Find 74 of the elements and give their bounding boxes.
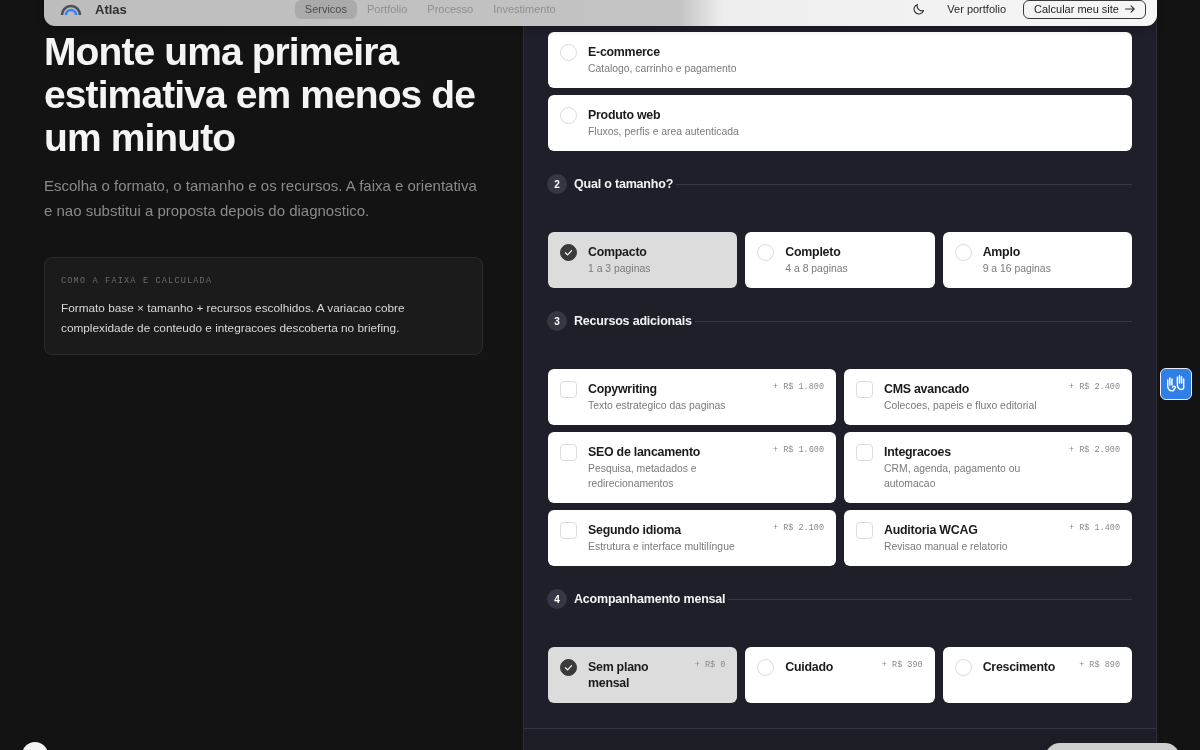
- option-title: Integracoes: [884, 444, 952, 460]
- option-card[interactable]: E-commerce Catalogo, carrinho e pagamento: [548, 32, 1132, 88]
- step-title: Acompanhamento mensal: [574, 592, 726, 606]
- option-title: CMS avancado: [884, 381, 971, 397]
- option-title: Completo: [785, 244, 842, 260]
- option-title: Cuidado: [785, 659, 835, 675]
- option-description: 1 a 3 paginas: [588, 262, 652, 276]
- option-price: + R$ 390: [881, 659, 923, 671]
- info-text: Formato base × tamanho + recursos escolhidos. A variacao cobre complexidade de conteudo e integracoes descoberta no briefing.: [61, 300, 406, 337]
- option-description: Pesquisa, metadados e redirecionamentos: [588, 462, 698, 491]
- option-price: + R$ 2.900: [1069, 444, 1120, 456]
- option-price: + R$ 1.600: [773, 444, 824, 456]
- option-card[interactable]: Produto web Fluxos, perfis e area autenticada: [548, 95, 1132, 151]
- accessibility-button[interactable]: [1160, 368, 1192, 400]
- option-card[interactable]: Integracoes CRM, agenda, pagamento ou automacao + R$ 2.900: [844, 432, 1132, 503]
- step-number: 2: [547, 174, 567, 194]
- option-description: Texto estrategico das paginas: [588, 399, 727, 413]
- option-price: + R$ 2.400: [1069, 381, 1120, 393]
- option-card[interactable]: Compacto 1 a 3 paginas: [548, 232, 738, 288]
- checkbox[interactable]: [560, 444, 577, 461]
- option-description: Revisao manual e relatorio: [884, 540, 1009, 554]
- option-title: Copywriting: [588, 381, 658, 397]
- hero-title: Monte uma primeira estimativa em menos de um minuto: [44, 30, 477, 159]
- arrow-icon: [1125, 5, 1135, 13]
- option-title: Compacto: [588, 244, 648, 260]
- cta-button[interactable]: Calcular meu site: [1023, 0, 1146, 19]
- option-price: + R$ 2.100: [773, 522, 824, 534]
- moon-icon[interactable]: [913, 3, 926, 15]
- option-title: Auditoria WCAG: [884, 522, 979, 538]
- option-card[interactable]: Segundo idioma Estrutura e interface multilíngue + R$ 2.100: [548, 510, 836, 566]
- option-card[interactable]: Sem plano mensal + R$ 0: [548, 647, 738, 703]
- option-card[interactable]: SEO de lancamento Pesquisa, metadados e redirecionamentos + R$ 1.600: [548, 432, 836, 503]
- radio-button[interactable]: [560, 244, 577, 261]
- option-description: Colecoes, papeis e fluxo editorial: [884, 399, 1038, 413]
- option-description: Catalogo, carrinho e pagamento: [588, 62, 738, 76]
- option-description: CRM, agenda, pagamento ou automacao: [884, 462, 1022, 491]
- option-card[interactable]: CMS avancado Colecoes, papeis e fluxo editorial + R$ 2.400: [844, 369, 1132, 425]
- option-title: Sem plano mensal: [588, 659, 650, 691]
- nav-link[interactable]: Servicos: [294, 0, 357, 19]
- option-description: 4 a 8 paginas: [785, 262, 849, 276]
- brand-name: Atlas: [95, 1, 127, 17]
- checkbox[interactable]: [856, 381, 873, 398]
- logo-icon[interactable]: [60, 3, 82, 15]
- option-price: + R$ 0: [694, 659, 726, 671]
- option-title: Segundo idioma: [588, 522, 683, 538]
- checkbox[interactable]: [560, 522, 577, 539]
- step-number: 4: [547, 589, 567, 609]
- option-description: Estrutura e interface multilíngue: [588, 540, 736, 554]
- option-title: Crescimento: [982, 659, 1056, 675]
- checkbox[interactable]: [856, 522, 873, 539]
- step-title: Qual o tamanho?: [574, 177, 674, 191]
- checkbox[interactable]: [856, 444, 873, 461]
- option-title: E-commerce: [588, 44, 661, 60]
- option-price: + R$ 1.800: [773, 381, 824, 393]
- radio-button[interactable]: [560, 659, 577, 676]
- checkbox[interactable]: [560, 381, 577, 398]
- step-title: Recursos adicionais: [574, 314, 692, 328]
- step-number: 3: [547, 311, 567, 331]
- option-card[interactable]: Cuidado + R$ 390: [745, 647, 935, 703]
- hands-icon: [1165, 373, 1187, 395]
- option-description: 9 a 16 paginas: [982, 262, 1052, 276]
- option-card[interactable]: Crescimento + R$ 890: [942, 647, 1132, 703]
- option-card[interactable]: Copywriting Texto estrategico das paginas + R$ 1.800: [548, 369, 836, 425]
- option-title: SEO de lancamento: [588, 444, 702, 460]
- option-title: Produto web: [588, 107, 662, 123]
- option-price: + R$ 1.400: [1069, 522, 1120, 534]
- option-price: + R$ 890: [1079, 659, 1120, 671]
- option-title: Amplo: [982, 244, 1021, 260]
- portfolio-link[interactable]: Ver portfolio: [947, 3, 1006, 15]
- option-card[interactable]: Auditoria WCAG Revisao manual e relatorio + R$ 1.400: [844, 510, 1132, 566]
- option-card[interactable]: Amplo 9 a 16 paginas: [942, 232, 1132, 288]
- intro-text: Escolha o formato, o tamanho e os recursos. A faixa e orientativa e nao substitui a proposta depois do diagnostico.: [44, 176, 478, 221]
- option-card[interactable]: Completo 4 a 8 paginas: [745, 232, 935, 288]
- option-description: Fluxos, perfis e area autenticada: [588, 125, 740, 139]
